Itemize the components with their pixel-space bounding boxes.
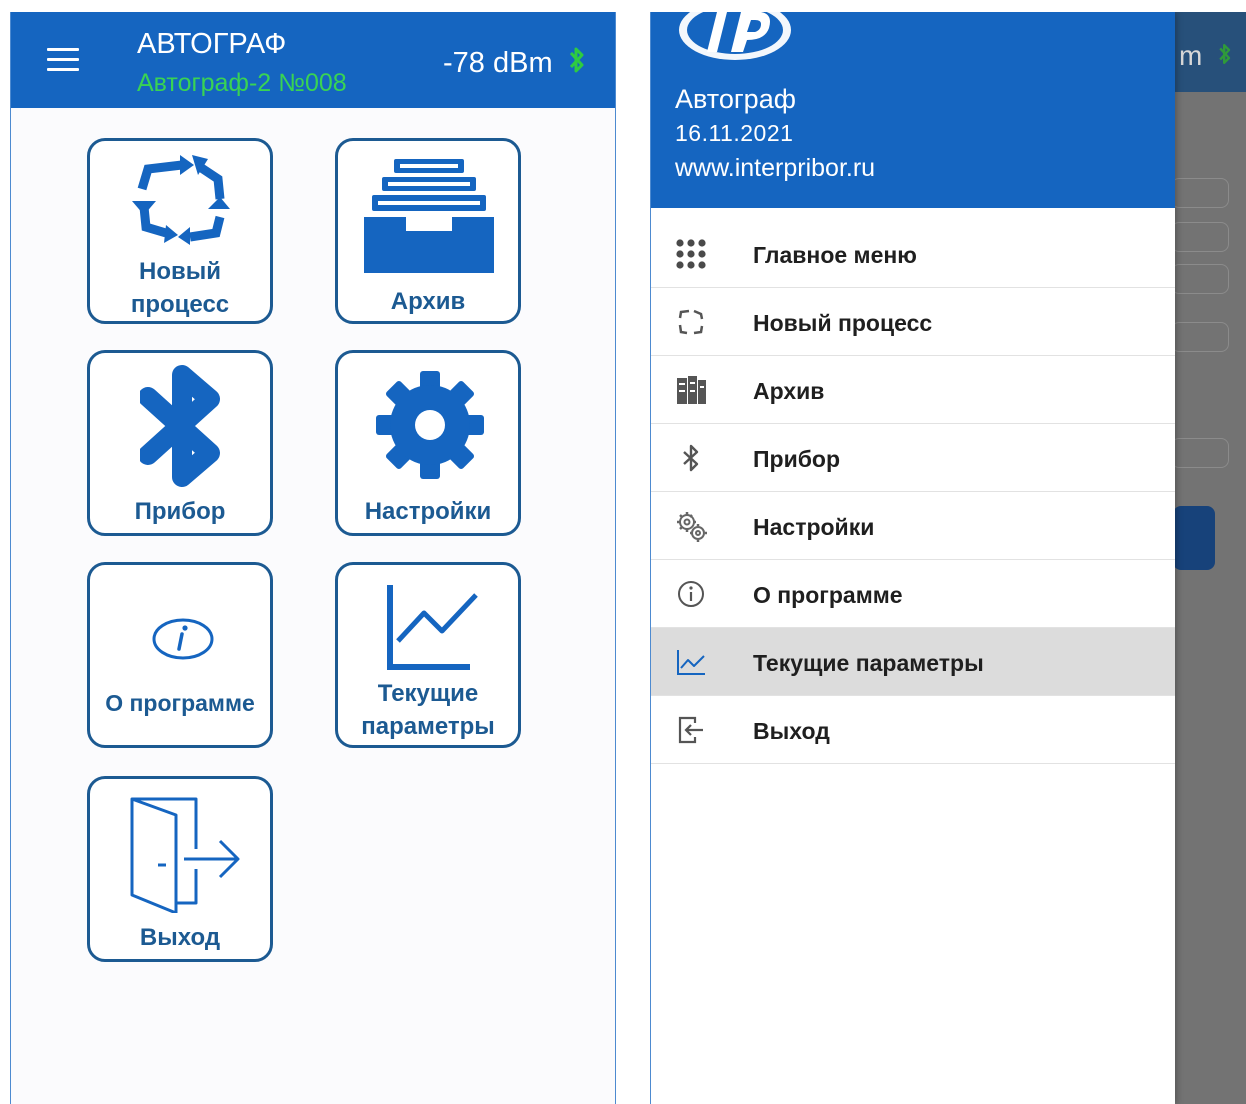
drawer-item-label: Новый процесс (753, 310, 933, 336)
archive-label: Архив (390, 288, 466, 315)
gears-icon (677, 512, 707, 542)
new-process-tile[interactable]: Новый процесс (87, 138, 273, 324)
settings-label: Настройки (364, 498, 492, 525)
navigation-drawer: Автограф 16.11.2021 www.interpribor.ru Г… (651, 12, 1175, 1104)
info-icon (678, 581, 704, 607)
gear-icon (376, 371, 484, 479)
archive-icon (364, 159, 494, 273)
drawer-version-date: 16.11.2021 (675, 120, 794, 146)
drawer-item-label: Прибор (753, 446, 841, 472)
refresh-arrows-icon (132, 155, 230, 245)
main-screen: АВТОГРАФ Автограф-2 №008 -78 dBm Новый п… (10, 12, 616, 1104)
background-field (1171, 264, 1229, 294)
current-params-label-line1: Текущие (377, 680, 479, 707)
refresh-arrows-icon (678, 309, 704, 335)
drawer-header: Автограф 16.11.2021 www.interpribor.ru (651, 12, 1175, 208)
background-field (1171, 438, 1229, 468)
background-bluetooth-icon (1219, 43, 1231, 64)
drawer-item-label: Текущие параметры (753, 650, 984, 676)
grid-icon (676, 239, 706, 269)
drawer-item-settings[interactable]: Настройки (651, 492, 1175, 560)
about-label: О программе (105, 690, 255, 716)
drawer-item-about[interactable]: О программе (651, 560, 1175, 628)
current-params-tile[interactable]: Текущие параметры (335, 562, 521, 748)
device-label: Прибор (134, 498, 226, 525)
app-bar: АВТОГРАФ Автограф-2 №008 -78 dBm (11, 12, 615, 108)
drawer-website-link[interactable]: www.interpribor.ru (675, 154, 875, 183)
hamburger-menu-icon[interactable] (47, 48, 79, 72)
drawer-item-label: О программе (753, 582, 903, 608)
settings-tile[interactable]: Настройки (335, 350, 521, 536)
background-field (1171, 322, 1229, 352)
bluetooth-icon (683, 444, 699, 472)
new-process-label-line1: Новый (139, 258, 221, 285)
drawer-item-label: Выход (753, 718, 830, 744)
drawer-item-device[interactable]: Прибор (651, 424, 1175, 492)
bluetooth-icon (140, 365, 220, 487)
drawer-item-label: Главное меню (753, 242, 917, 268)
current-params-label-line2: параметры (361, 713, 495, 740)
drawer-app-name: Автограф (675, 84, 796, 114)
exit-tile[interactable]: Выход (87, 776, 273, 962)
exit-label: Выход (139, 924, 221, 951)
connected-device-name: Автограф-2 №008 (137, 69, 347, 97)
drawer-item-exit[interactable]: Выход (651, 696, 1175, 764)
interpribor-logo-icon (679, 12, 791, 60)
about-tile[interactable]: О программе (87, 562, 273, 748)
drawer-item-archive[interactable]: Архив (651, 356, 1175, 424)
drawer-item-new-process[interactable]: Новый процесс (651, 288, 1175, 356)
drawer-item-main-menu[interactable]: Главное меню (651, 220, 1175, 288)
exit-icon (678, 716, 703, 744)
chart-icon (677, 650, 705, 675)
archive-tile[interactable]: Архив (335, 138, 521, 324)
background-field (1171, 222, 1229, 252)
signal-strength: -78 dBm (443, 47, 553, 79)
info-icon (152, 618, 214, 660)
exit-door-icon (130, 797, 240, 913)
background-button (1173, 506, 1215, 570)
archive-icon (677, 376, 706, 404)
background-signal-text: m (1179, 40, 1203, 71)
chart-icon (387, 585, 478, 670)
device-tile[interactable]: Прибор (87, 350, 273, 536)
new-process-label-line2: процесс (130, 291, 230, 318)
background-field (1171, 178, 1229, 208)
drawer-item-current-params[interactable]: Текущие параметры (651, 628, 1175, 696)
drawer-screen: m Автограф 16.11.2021 www.interpribor.ru (650, 12, 1246, 1104)
drawer-item-label: Настройки (753, 514, 875, 540)
app-title: АВТОГРАФ (137, 28, 287, 60)
drawer-item-label: Архив (753, 378, 825, 404)
bluetooth-status-icon (569, 47, 584, 73)
